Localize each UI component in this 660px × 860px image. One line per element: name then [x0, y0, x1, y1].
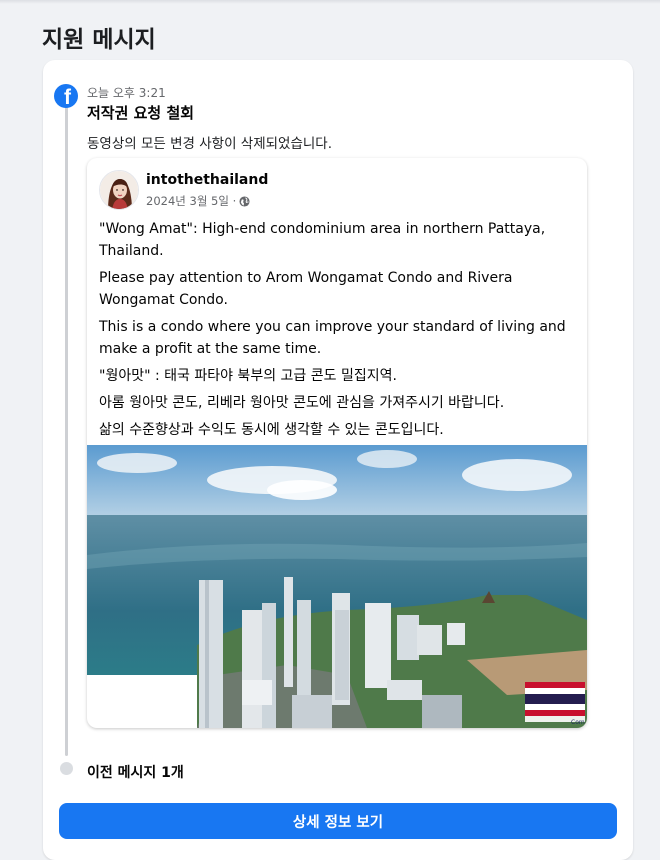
watermark-text: Com [571, 719, 585, 726]
page-title: 지원 메시지 [42, 27, 156, 53]
facebook-logo-icon: f [54, 84, 78, 108]
message-body: 동영상의 모든 변경 사항이 삭제되었습니다. [87, 136, 333, 152]
avatar[interactable] [99, 170, 139, 210]
globe-icon [239, 195, 250, 207]
message-timestamp: 오늘 오후 3:21 [87, 86, 166, 100]
post-paragraph: "웡아맛" : 태국 파타야 북부의 고급 콘도 밀집지역. [99, 368, 397, 384]
previous-messages-label[interactable]: 이전 메시지 1개 [87, 762, 184, 782]
post-video-thumbnail[interactable]: Com [87, 445, 587, 728]
post-paragraph: 아롬 웡아맛 콘도, 리베라 웡아맛 콘도에 관심을 가져주시기 바랍니다. [99, 395, 505, 411]
post-author[interactable]: intothethailand [146, 172, 268, 188]
message-title: 저작권 요청 철회 [87, 104, 195, 122]
post-meta: 2024년 3월 5일 · [146, 193, 250, 209]
shared-post[interactable]: intothethailand 2024년 3월 5일 · "Wong Amat… [87, 158, 587, 728]
post-paragraph: This is a condo where you can improve yo… [99, 319, 566, 357]
post-date[interactable]: 2024년 3월 5일 · [146, 193, 236, 209]
top-bar-shadow [0, 0, 660, 4]
view-details-button[interactable]: 상세 정보 보기 [59, 803, 617, 839]
post-paragraph: Please pay attention to Arom Wongamat Co… [99, 270, 513, 308]
post-paragraph: "Wong Amat": High-end condominium area i… [99, 221, 546, 259]
post-text: "Wong Amat": High-end condominium area i… [99, 218, 579, 446]
timeline-line [65, 106, 68, 756]
timeline-dot [60, 762, 73, 775]
post-paragraph: 삶의 수준향상과 수익도 동시에 생각할 수 있는 콘도입니다. [99, 422, 444, 438]
